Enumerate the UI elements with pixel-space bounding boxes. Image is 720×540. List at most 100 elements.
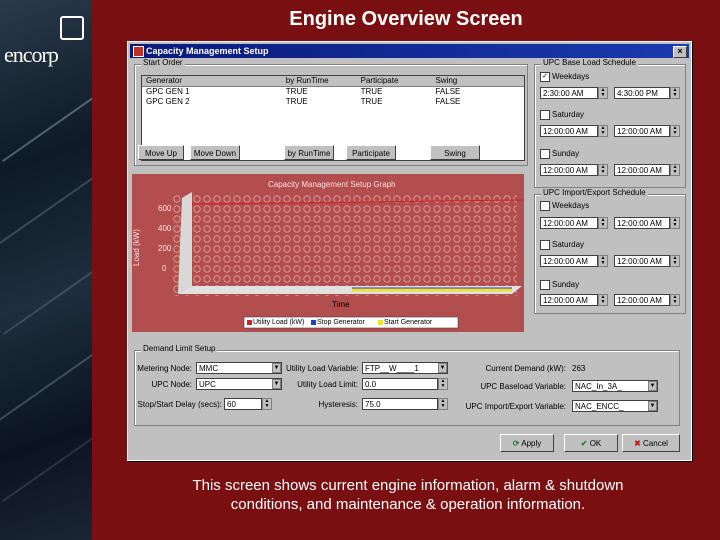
dialog-title: Capacity Management Setup: [146, 46, 269, 56]
utility-load-limit-input[interactable]: 0.0: [362, 378, 438, 390]
metering-node-select[interactable]: MMC: [196, 362, 282, 374]
upc-import-export-variable-label: UPC Import/Export Variable:: [465, 402, 566, 411]
hysteresis-input[interactable]: 75.0: [362, 398, 438, 410]
slide-caption: This screen shows current engine informa…: [100, 476, 716, 514]
ie-weekdays-end-spinner[interactable]: ▲ ▼: [670, 217, 680, 229]
column-header-participate[interactable]: Participate: [357, 76, 432, 86]
ie-sunday-end-time[interactable]: 12:00:00 AM: [614, 294, 670, 306]
upc-node-dropdown-icon[interactable]: ▼: [272, 379, 281, 389]
ie-sunday-label: Sunday: [552, 280, 580, 289]
ok-button[interactable]: ✔ OK: [564, 434, 618, 452]
check-icon: ✔: [580, 439, 588, 448]
caption-line: conditions, and maintenance & operation …: [230, 496, 586, 513]
utility-load-limit-label: Utility Load Limit:: [297, 380, 358, 389]
ie-sunday-checkbox[interactable]: [540, 280, 550, 290]
demand-limit-label: Demand Limit Setup: [141, 344, 218, 353]
by-runtime-button[interactable]: by RunTime: [284, 145, 334, 160]
sunday-start-spinner[interactable]: ▲ ▼: [598, 164, 608, 176]
weekdays-end-time[interactable]: 4:30:00 PM: [614, 87, 670, 99]
column-header-by-runtime[interactable]: by RunTime: [282, 76, 357, 86]
hysteresis-spinner[interactable]: ▲ ▼: [438, 398, 448, 410]
apply-label: Apply: [521, 439, 542, 448]
saturday-end-time[interactable]: 12:00:00 AM: [614, 125, 670, 137]
slide-sidebar-image: encorp: [0, 0, 92, 540]
app-icon: [133, 46, 144, 57]
swing-button[interactable]: Swing: [430, 145, 480, 160]
upc-import-export-variable-select[interactable]: NAC_ENCC_: [572, 400, 658, 412]
capacity-management-dialog: Capacity Management Setup × Start Order …: [127, 41, 692, 461]
hysteresis-label: Hysteresis:: [318, 400, 358, 409]
ie-saturday-start-spinner[interactable]: ▲ ▼: [598, 255, 608, 267]
cell-swing: FALSE: [435, 87, 461, 96]
ie-weekdays-start-time[interactable]: 12:00:00 AM: [540, 217, 598, 229]
dialog-titlebar: Capacity Management Setup ×: [130, 44, 689, 58]
ie-saturday-label: Saturday: [552, 240, 585, 249]
upc-import-export-variable-dropdown-icon[interactable]: ▼: [648, 401, 657, 411]
column-header-swing[interactable]: Swing: [431, 76, 524, 86]
graph-ylabel: Load (kW): [132, 229, 141, 266]
graph-title: Capacity Management Setup Graph: [268, 180, 396, 189]
stop-start-delay-spinner[interactable]: ▲ ▼: [262, 398, 272, 410]
apply-button[interactable]: ⟳ Apply: [500, 434, 554, 452]
move-up-button[interactable]: Move Up: [138, 145, 184, 160]
weekdays-end-spinner[interactable]: ▲ ▼: [670, 87, 680, 99]
cell-participate: TRUE: [360, 87, 383, 96]
metering-node-dropdown-icon[interactable]: ▼: [272, 363, 281, 373]
sunday-label: Sunday: [552, 149, 580, 158]
sunday-end-spinner[interactable]: ▲ ▼: [670, 164, 680, 176]
upc-baseload-variable-dropdown-icon[interactable]: ▼: [648, 381, 657, 391]
weekdays-start-spinner[interactable]: ▲ ▼: [598, 87, 608, 99]
start-order-label: Start Order: [141, 58, 185, 67]
ie-saturday-end-time[interactable]: 12:00:00 AM: [614, 255, 670, 267]
upc-baseload-variable-label: UPC Baseload Variable:: [480, 382, 566, 391]
close-button[interactable]: ×: [673, 46, 687, 58]
utility-load-variable-dropdown-icon[interactable]: ▼: [438, 363, 447, 373]
column-header-generator[interactable]: Generator: [142, 76, 282, 86]
stop-start-delay-input[interactable]: 60: [224, 398, 262, 410]
saturday-start-time[interactable]: 12:00:00 AM: [540, 125, 598, 137]
ie-weekdays-start-spinner[interactable]: ▲ ▼: [598, 217, 608, 229]
utility-load-limit-spinner[interactable]: ▲ ▼: [438, 378, 448, 390]
sunday-start-time[interactable]: 12:00:00 AM: [540, 164, 598, 176]
graph-xlabel: Time: [332, 300, 350, 309]
participate-button[interactable]: Participate: [346, 145, 396, 160]
metering-node-label: Metering Node:: [137, 364, 192, 373]
utility-load-variable-select[interactable]: FTP__W____1: [362, 362, 448, 374]
ie-sunday-start-time[interactable]: 12:00:00 AM: [540, 294, 598, 306]
cancel-button[interactable]: ✖ Cancel: [622, 434, 680, 452]
list-item[interactable]: GPC GEN 1 TRUE TRUE FALSE: [142, 87, 524, 97]
caption-line: This screen shows current engine informa…: [192, 477, 624, 494]
ie-saturday-start-time[interactable]: 12:00:00 AM: [540, 255, 598, 267]
cell-swing: FALSE: [435, 97, 461, 106]
weekdays-checkbox[interactable]: ✓: [540, 72, 550, 82]
cell-by-runtime: TRUE: [285, 97, 308, 106]
ie-sunday-start-spinner[interactable]: ▲ ▼: [598, 294, 608, 306]
graph-tick-label: 600: [158, 204, 172, 213]
saturday-start-spinner[interactable]: ▲ ▼: [598, 125, 608, 137]
ie-saturday-checkbox[interactable]: [540, 240, 550, 250]
saturday-end-spinner[interactable]: ▲ ▼: [670, 125, 680, 137]
slide-title: Engine Overview Screen: [289, 8, 523, 30]
utility-load-variable-label: Utility Load Variable:: [286, 364, 359, 373]
cancel-icon: ✖: [634, 439, 641, 448]
ok-label: OK: [589, 439, 602, 448]
saturday-checkbox[interactable]: [540, 110, 550, 120]
legend-utility-load: Utility Load (kW): [253, 319, 305, 326]
upc-baseload-variable-select[interactable]: NAC_In_3A_: [572, 380, 658, 392]
upc-node-select[interactable]: UPC: [196, 378, 282, 390]
list-item[interactable]: GPC GEN 2 TRUE TRUE FALSE: [142, 97, 524, 107]
ie-weekdays-end-time[interactable]: 12:00:00 AM: [614, 217, 670, 229]
encorp-logo: encorp: [4, 42, 59, 67]
capacity-graph: Capacity Management Setup Graph Load (kW…: [132, 174, 524, 332]
move-down-button[interactable]: Move Down: [190, 145, 240, 160]
ie-sunday-end-spinner[interactable]: ▲ ▼: [670, 294, 680, 306]
cell-participate: TRUE: [360, 97, 383, 106]
graph-tick-label: 400: [158, 224, 172, 233]
sunday-checkbox[interactable]: [540, 149, 550, 159]
ie-saturday-end-spinner[interactable]: ▲ ▼: [670, 255, 680, 267]
capacity-graph-svg: [132, 174, 524, 332]
ie-weekdays-label: Weekdays: [552, 201, 590, 210]
sunday-end-time[interactable]: 12:00:00 AM: [614, 164, 670, 176]
weekdays-start-time[interactable]: 2:30:00 AM: [540, 87, 598, 99]
ie-weekdays-checkbox[interactable]: [540, 201, 550, 211]
